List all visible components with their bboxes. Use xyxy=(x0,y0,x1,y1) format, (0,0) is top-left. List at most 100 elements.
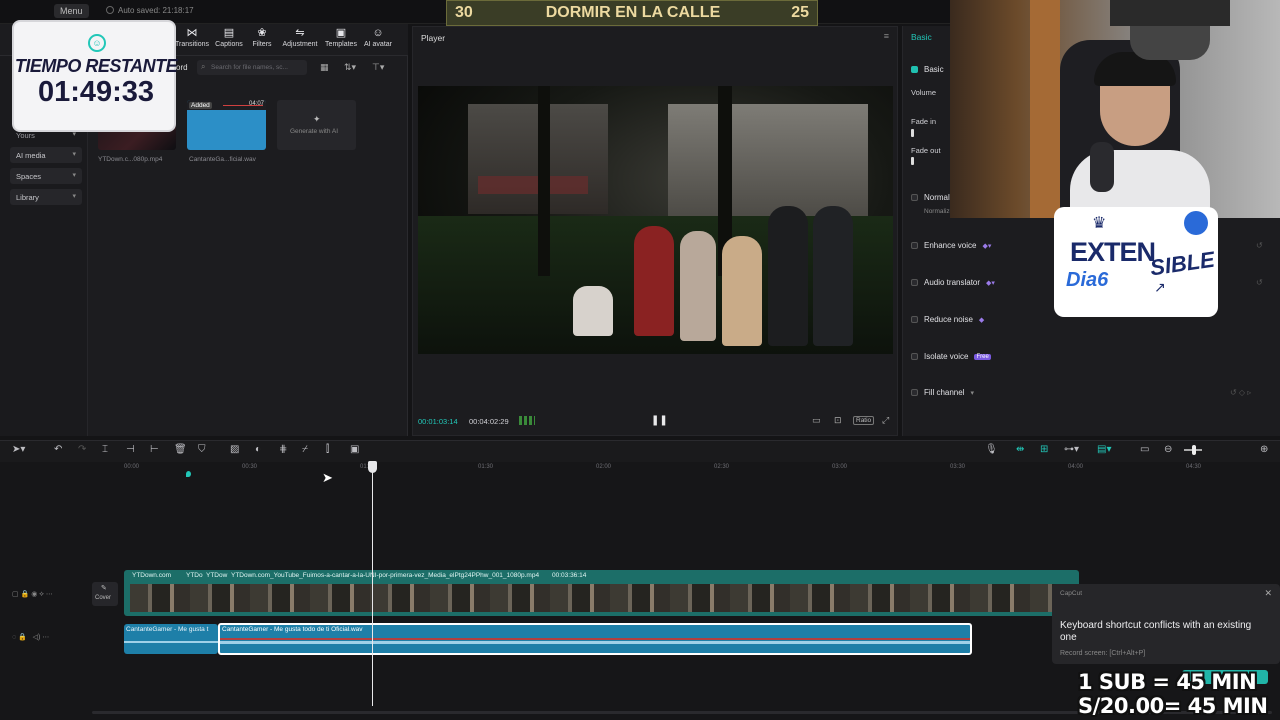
track-controls[interactable]: ▢ 🔒 ◉ ⟡ ⋯ xyxy=(12,590,53,599)
clip-label: CantanteGamer - Me gusta todo de ti Ofic… xyxy=(222,626,363,633)
search-input[interactable]: ⌕ Search for file names, sc... xyxy=(197,60,307,75)
select-tool-icon[interactable]: ➤▾ xyxy=(12,444,25,455)
tool-transitions[interactable]: ⋈ Transitions xyxy=(172,27,212,49)
cover-button[interactable]: ✎ Cover xyxy=(92,582,118,606)
search-placeholder: Search for file names, sc... xyxy=(211,64,288,71)
premium-icon: ◆ xyxy=(978,316,985,324)
chevron-down-icon: ▾ xyxy=(72,172,76,179)
timeline-toolbar xyxy=(0,440,1280,462)
zoom-slider[interactable] xyxy=(1184,445,1202,455)
zoom-fit-icon[interactable]: ⊕ xyxy=(1260,444,1268,455)
media-item-audio[interactable]: Added 04:07 xyxy=(187,100,266,150)
reduce-noise-toggle[interactable]: Reduce noise ◆ xyxy=(911,315,984,324)
magnet-icon[interactable]: ⊞ xyxy=(1040,444,1048,455)
crown-icon: ♛ xyxy=(1092,215,1107,232)
time-tick: 00:00 xyxy=(124,464,140,470)
split-left-icon[interactable]: ⊣ xyxy=(126,444,135,455)
zoom-handle[interactable] xyxy=(1192,445,1196,455)
toast-app: CapCut xyxy=(1060,590,1083,597)
video-clip[interactable]: YTDown.com YTDo YTDow YTDown.com_YouTube… xyxy=(124,570,1079,616)
crop-icon[interactable]: ⌿ xyxy=(302,444,308,455)
expand-icon[interactable]: ⤢ xyxy=(882,415,889,426)
premium-icon: ◆▾ xyxy=(982,242,992,250)
tool-ai-avatar[interactable]: ☺ AI avatar xyxy=(358,28,398,49)
audio-track-controls[interactable]: ◌ 🔒 ◁) ⋯ xyxy=(12,633,49,641)
playhead[interactable] xyxy=(372,462,373,706)
tool-filters[interactable]: ❀ Filters xyxy=(242,27,282,49)
volume-line[interactable] xyxy=(220,638,970,640)
enhance-voice-toggle[interactable]: Enhance voice ◆▾ xyxy=(911,241,991,250)
fade-in-slider[interactable] xyxy=(911,129,914,137)
tool-adjustment[interactable]: ⇋ Adjustment xyxy=(280,27,320,49)
checkbox[interactable] xyxy=(911,353,918,360)
filters-icon: ❀ xyxy=(257,27,267,39)
split-icon[interactable]: ⌶ xyxy=(102,444,108,455)
tab-basic[interactable]: Basic xyxy=(911,32,932,42)
sort-icon[interactable]: ⇅▾ xyxy=(344,62,356,73)
checkbox[interactable] xyxy=(911,66,918,73)
time-tick: 02:00 xyxy=(596,464,612,470)
shield-icon[interactable]: ⛉ xyxy=(198,444,206,455)
adjustment-icon: ⇋ xyxy=(295,27,305,39)
normalize-toggle[interactable]: Normal xyxy=(911,193,950,202)
redo-icon[interactable]: ↷ xyxy=(78,444,86,455)
zoom-out-icon[interactable]: ⊖ xyxy=(1164,444,1172,455)
generate-label: Generate with AI xyxy=(290,128,339,135)
isolate-voice-toggle[interactable]: Isolate voice Free xyxy=(911,352,991,361)
track-mode-icon[interactable]: ▤▾ xyxy=(1097,444,1111,455)
undo-icon[interactable]: ↶ xyxy=(54,444,62,455)
time-tick: 03:30 xyxy=(950,464,966,470)
audio-translator-toggle[interactable]: Audio translator ◆▾ xyxy=(911,278,995,287)
fill-channel-toggle[interactable]: Fill channel ▾ xyxy=(911,388,974,397)
audio-clip[interactable]: CantanteGamer - Me gusta t xyxy=(124,624,218,654)
menu-button[interactable]: Menu xyxy=(54,4,89,18)
delete-icon[interactable]: 🗑 xyxy=(174,444,187,455)
person xyxy=(768,206,808,346)
pause-icon[interactable]: ❚❚ xyxy=(651,415,668,426)
keyframe-icon[interactable]: ↺ ◇ ▹ xyxy=(1230,388,1251,397)
capture-icon[interactable]: ⊡ xyxy=(834,415,842,426)
marker-icon[interactable] xyxy=(186,471,191,477)
transitions-icon: ⋈ xyxy=(186,27,198,39)
checkbox[interactable] xyxy=(911,279,918,286)
checkbox[interactable] xyxy=(911,194,918,201)
sidebar-item-library[interactable]: Library ▾ xyxy=(10,189,82,205)
cloud-icon xyxy=(106,6,114,14)
checkbox[interactable] xyxy=(911,389,918,396)
freeze-icon[interactable]: ▨ xyxy=(230,444,239,455)
preview-axis-icon[interactable]: ⊶▾ xyxy=(1064,444,1079,455)
reset-icon[interactable]: ↺ xyxy=(1256,241,1263,250)
reset-icon[interactable]: ↺ xyxy=(1256,278,1263,287)
playhead-handle[interactable] xyxy=(368,461,377,473)
checkbox[interactable] xyxy=(911,316,918,323)
menu-lines-icon[interactable]: ≡ xyxy=(884,31,889,41)
sidebar-item-ai-media[interactable]: AI media ▾ xyxy=(10,147,82,163)
microphone-icon[interactable]: 🎙 xyxy=(985,444,998,455)
webcam-feed xyxy=(950,0,1280,218)
ratio-button[interactable]: Ratio xyxy=(853,416,875,425)
video-preview[interactable] xyxy=(418,86,893,354)
grid-view-icon[interactable]: ▦ xyxy=(320,62,329,73)
adjust-icon[interactable]: ⋕ xyxy=(279,444,287,455)
fade-out-slider[interactable] xyxy=(911,157,914,165)
clip-duration: 00:03:36:14 xyxy=(552,572,587,579)
link-icon[interactable]: ⇹ xyxy=(1016,444,1024,455)
caption-icon[interactable]: ▭ xyxy=(1140,444,1149,455)
time-tick: 01:30 xyxy=(478,464,494,470)
audio-clip-selected[interactable]: CantanteGamer - Me gusta todo de ti Ofic… xyxy=(218,623,972,655)
ai-tool-icon[interactable]: ▣ xyxy=(350,444,359,455)
generate-ai-button[interactable]: ✦ Generate with AI xyxy=(277,100,356,150)
mirror-icon[interactable]: ⫿ xyxy=(326,444,329,455)
sub-offer-line1: 1 SUB = 45 MIN xyxy=(1078,670,1257,694)
fade-out-label: Fade out xyxy=(911,146,941,155)
basic-section-toggle[interactable]: Basic xyxy=(911,65,944,74)
split-right-icon[interactable]: ⊢ xyxy=(150,444,159,455)
timer-title: TIEMPO RESTANTE xyxy=(14,56,178,76)
fullscreen-preview-icon[interactable]: ▭ xyxy=(812,415,821,426)
close-icon[interactable]: ✕ xyxy=(1264,588,1272,599)
sidebar-item-spaces[interactable]: Spaces ▾ xyxy=(10,168,82,184)
tool-templates[interactable]: ▣ Templates xyxy=(321,28,361,49)
checkbox[interactable] xyxy=(911,242,918,249)
mask-icon[interactable]: ◐ xyxy=(255,444,261,455)
filter-icon[interactable]: ⊤▾ xyxy=(372,62,384,73)
